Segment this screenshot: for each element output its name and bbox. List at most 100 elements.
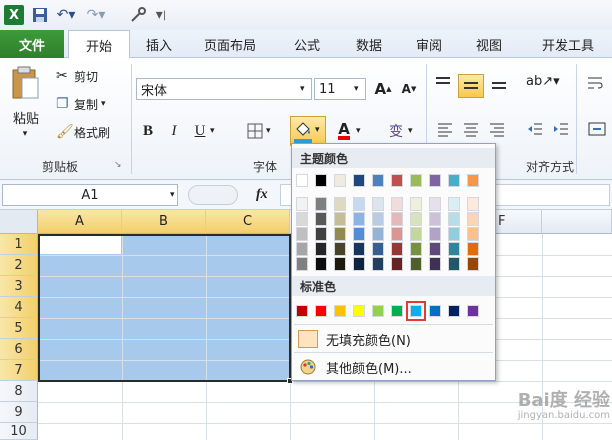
redo-icon[interactable]: ↷▾ — [84, 5, 108, 25]
cut-button[interactable]: ✂ 剪切 — [56, 66, 130, 86]
theme-color-swatch[interactable] — [467, 242, 479, 256]
borders-dropdown-icon[interactable]: ▾ — [266, 120, 276, 142]
column-header-b[interactable]: B — [122, 210, 206, 234]
align-top-icon[interactable] — [434, 74, 456, 96]
theme-color-swatch[interactable] — [315, 174, 327, 187]
italic-button[interactable]: I — [164, 120, 184, 142]
theme-color-swatch[interactable] — [334, 227, 346, 241]
theme-color-swatch[interactable] — [391, 174, 403, 187]
theme-color-swatch[interactable] — [334, 257, 346, 271]
tab-formulas[interactable]: 公式 — [282, 30, 332, 58]
theme-color-swatch[interactable] — [353, 212, 365, 226]
paste-dropdown-icon[interactable]: ▾ — [18, 128, 32, 140]
theme-color-swatch[interactable] — [353, 197, 365, 211]
theme-color-swatch[interactable] — [391, 212, 403, 226]
theme-color-swatch[interactable] — [448, 197, 460, 211]
row-header-8[interactable]: 8 — [0, 381, 38, 402]
tab-view[interactable]: 视图 — [464, 30, 514, 58]
theme-color-swatch[interactable] — [315, 197, 327, 211]
column-header-g[interactable] — [542, 210, 612, 234]
tab-review[interactable]: 审阅 — [404, 30, 454, 58]
theme-color-swatch[interactable] — [372, 227, 384, 241]
align-middle-icon[interactable] — [458, 74, 484, 98]
standard-color-swatch[interactable] — [372, 305, 384, 317]
theme-color-swatch[interactable] — [448, 174, 460, 187]
tab-insert[interactable]: 插入 — [134, 30, 184, 58]
theme-color-swatch[interactable] — [467, 257, 479, 271]
shrink-font-button[interactable]: A ▼ — [398, 78, 420, 100]
theme-color-swatch[interactable] — [467, 212, 479, 226]
theme-color-swatch[interactable] — [448, 212, 460, 226]
theme-color-swatch[interactable] — [353, 257, 365, 271]
theme-color-swatch[interactable] — [334, 242, 346, 256]
theme-color-swatch[interactable] — [296, 174, 308, 187]
theme-color-swatch[interactable] — [315, 212, 327, 226]
theme-color-swatch[interactable] — [429, 257, 441, 271]
theme-color-swatch[interactable] — [391, 257, 403, 271]
theme-color-swatch[interactable] — [296, 197, 308, 211]
standard-color-swatch[interactable] — [296, 305, 308, 317]
row-header-3[interactable]: 3 — [0, 276, 38, 297]
theme-color-swatch[interactable] — [467, 227, 479, 241]
font-size-dropdown-icon[interactable]: ▾ — [354, 78, 366, 100]
clipboard-launcher-icon[interactable]: ↘ — [114, 160, 122, 170]
orientation-icon[interactable]: ab↗▾ — [526, 74, 560, 96]
underline-button[interactable]: U — [190, 120, 210, 142]
phonetic-dropdown-icon[interactable]: ▾ — [408, 120, 418, 142]
theme-color-swatch[interactable] — [410, 197, 422, 211]
column-header-a[interactable]: A — [38, 210, 122, 234]
row-header-6[interactable]: 6 — [0, 339, 38, 360]
standard-color-swatch[interactable] — [467, 305, 479, 317]
theme-color-swatch[interactable] — [334, 174, 346, 187]
more-colors-menu-item[interactable]: 其他颜色(M)... — [294, 354, 493, 380]
theme-color-swatch[interactable] — [410, 227, 422, 241]
theme-color-swatch[interactable] — [429, 212, 441, 226]
theme-color-swatch[interactable] — [353, 174, 365, 187]
no-fill-menu-item[interactable]: 无填充颜色(N) — [294, 326, 493, 352]
theme-color-swatch[interactable] — [448, 227, 460, 241]
align-right-icon[interactable] — [488, 120, 508, 142]
align-center-icon[interactable] — [462, 120, 482, 142]
font-color-button[interactable]: A — [334, 120, 354, 142]
theme-color-swatch[interactable] — [296, 242, 308, 256]
theme-color-swatch[interactable] — [410, 242, 422, 256]
underline-dropdown-icon[interactable]: ▾ — [210, 120, 220, 142]
theme-color-swatch[interactable] — [391, 197, 403, 211]
theme-color-swatch[interactable] — [334, 212, 346, 226]
theme-color-swatch[interactable] — [391, 242, 403, 256]
align-bottom-icon[interactable] — [490, 74, 512, 96]
theme-color-swatch[interactable] — [296, 227, 308, 241]
theme-color-swatch[interactable] — [429, 242, 441, 256]
tab-page-layout[interactable]: 页面布局 — [190, 30, 270, 58]
decrease-indent-icon[interactable] — [526, 120, 546, 142]
theme-color-swatch[interactable] — [448, 242, 460, 256]
theme-color-swatch[interactable] — [391, 227, 403, 241]
grow-font-button[interactable]: A ▲ — [372, 78, 394, 100]
standard-color-swatch[interactable] — [353, 305, 365, 317]
increase-indent-icon[interactable] — [552, 120, 572, 142]
theme-color-swatch[interactable] — [353, 227, 365, 241]
theme-color-swatch[interactable] — [410, 212, 422, 226]
name-box[interactable]: A1 — [2, 184, 178, 206]
align-left-icon[interactable] — [436, 120, 456, 142]
paste-button[interactable]: 粘贴 — [6, 108, 46, 127]
standard-color-swatch[interactable] — [391, 305, 403, 317]
theme-color-swatch[interactable] — [372, 257, 384, 271]
row-header-7[interactable]: 7 — [0, 360, 38, 381]
merge-center-icon[interactable] — [588, 120, 608, 142]
insert-function-icon[interactable]: fx — [256, 184, 278, 206]
font-name-box[interactable]: 宋体 — [136, 78, 312, 100]
tab-home[interactable]: 开始 — [68, 30, 130, 59]
theme-color-swatch[interactable] — [315, 227, 327, 241]
bold-button[interactable]: B — [138, 120, 158, 142]
theme-color-swatch[interactable] — [353, 242, 365, 256]
row-header-4[interactable]: 4 — [0, 297, 38, 318]
theme-color-swatch[interactable] — [410, 257, 422, 271]
tab-file[interactable]: 文件 — [0, 30, 64, 58]
standard-color-swatch[interactable] — [334, 305, 346, 317]
theme-color-swatch[interactable] — [448, 257, 460, 271]
phonetic-button[interactable]: 变 — [384, 120, 408, 142]
theme-color-swatch[interactable] — [315, 257, 327, 271]
tab-data[interactable]: 数据 — [344, 30, 394, 58]
paste-icon[interactable] — [8, 64, 44, 104]
